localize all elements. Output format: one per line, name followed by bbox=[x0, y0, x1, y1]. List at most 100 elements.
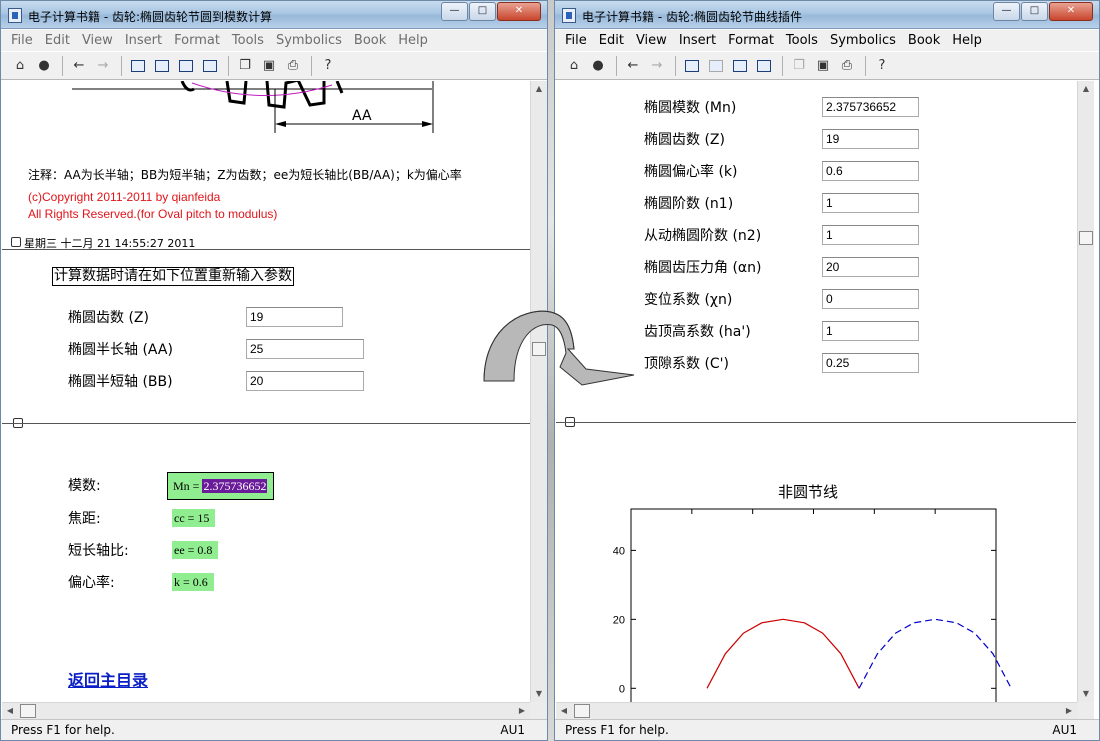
menu-format[interactable]: Format bbox=[722, 33, 780, 48]
left-statusbar: Press F1 for help. AU1 bbox=[1, 719, 547, 740]
param-z-input[interactable]: 19 bbox=[822, 129, 919, 149]
menu-book[interactable]: Book bbox=[348, 33, 392, 48]
scroll-left-icon[interactable]: ◀ bbox=[2, 703, 18, 719]
menu-view[interactable]: View bbox=[630, 33, 673, 48]
param-k-input[interactable]: 0.6 bbox=[822, 161, 919, 181]
menu-book[interactable]: Book bbox=[902, 33, 946, 48]
menu-edit[interactable]: Edit bbox=[39, 33, 76, 48]
open-book-icon[interactable] bbox=[175, 55, 197, 77]
help-icon[interactable]: ? bbox=[317, 55, 339, 77]
menu-help[interactable]: Help bbox=[946, 33, 988, 48]
teeth-input[interactable]: 19 bbox=[246, 307, 343, 327]
open-book-icon[interactable] bbox=[729, 55, 751, 77]
left-horizontal-scrollbar[interactable]: ◀ ▶ bbox=[2, 702, 530, 719]
param-c-input[interactable]: 0.25 bbox=[822, 353, 919, 373]
scroll-right-icon[interactable]: ▶ bbox=[1061, 703, 1077, 719]
left-menubar: File Edit View Insert Format Tools Symbo… bbox=[1, 30, 547, 51]
scroll-up-icon[interactable]: ▲ bbox=[1078, 81, 1094, 97]
binoculars-icon[interactable] bbox=[753, 55, 775, 77]
binoculars-icon[interactable] bbox=[199, 55, 221, 77]
param-n1-input[interactable]: 1 bbox=[822, 193, 919, 213]
globe-icon[interactable]: ● bbox=[587, 55, 609, 77]
next-page-icon[interactable] bbox=[705, 55, 727, 77]
home-icon[interactable]: ⌂ bbox=[563, 55, 585, 77]
back-arrow-icon[interactable]: ← bbox=[68, 55, 90, 77]
divider bbox=[556, 422, 1076, 423]
param-label-mn: 椭圆模数 (Mn) bbox=[644, 100, 737, 116]
scroll-left-icon[interactable]: ◀ bbox=[556, 703, 572, 719]
rights-line: All Rights Reserved.(for Oval pitch to m… bbox=[28, 207, 278, 221]
menu-symbolics[interactable]: Symbolics bbox=[824, 33, 902, 48]
menu-symbolics[interactable]: Symbolics bbox=[270, 33, 348, 48]
forward-arrow-icon[interactable]: → bbox=[92, 55, 114, 77]
param-label-z: 椭圆齿数 (Z) bbox=[644, 132, 725, 148]
help-icon[interactable]: ? bbox=[871, 55, 893, 77]
maximize-button[interactable]: □ bbox=[469, 2, 496, 21]
copy-icon[interactable]: ❐ bbox=[234, 55, 256, 77]
hscroll-thumb[interactable] bbox=[574, 704, 590, 718]
dimension-label: AA bbox=[352, 108, 372, 124]
scroll-down-icon[interactable]: ▼ bbox=[531, 686, 547, 702]
menu-edit[interactable]: Edit bbox=[593, 33, 630, 48]
save-icon[interactable]: ▣ bbox=[258, 55, 280, 77]
back-to-index-link[interactable]: 返回主目录 bbox=[68, 667, 148, 691]
size-grip[interactable] bbox=[1077, 702, 1094, 719]
globe-icon[interactable]: ● bbox=[33, 55, 55, 77]
menu-view[interactable]: View bbox=[76, 33, 119, 48]
status-indicator: AU1 bbox=[1052, 723, 1077, 737]
param-chi-input[interactable]: 0 bbox=[822, 289, 919, 309]
param-label-chi: 变位系数 (χn) bbox=[644, 292, 733, 308]
param-label-n1: 椭圆阶数 (n1) bbox=[644, 196, 734, 212]
prev-page-icon[interactable] bbox=[681, 55, 703, 77]
pitch-curve-chart[interactable]: 40 20 0 bbox=[556, 501, 1076, 702]
param-mn-input[interactable]: 2.375736652 bbox=[822, 97, 919, 117]
menu-file[interactable]: File bbox=[559, 33, 593, 48]
modulus-result[interactable]: Mn = 2.375736652 bbox=[167, 472, 275, 500]
minimize-button[interactable]: — bbox=[993, 2, 1020, 21]
scroll-down-icon[interactable]: ▼ bbox=[1078, 686, 1094, 702]
axis-ratio-result[interactable]: ee = 0.8 bbox=[172, 541, 219, 559]
menu-tools[interactable]: Tools bbox=[226, 33, 270, 48]
param-n2-input[interactable]: 1 bbox=[822, 225, 919, 245]
menu-file[interactable]: File bbox=[5, 33, 39, 48]
divider bbox=[2, 423, 530, 424]
lock-icon bbox=[11, 237, 21, 247]
right-horizontal-scrollbar[interactable]: ◀ ▶ bbox=[556, 702, 1077, 719]
size-grip[interactable] bbox=[530, 702, 547, 719]
close-button[interactable]: ✕ bbox=[497, 2, 541, 21]
menu-tools[interactable]: Tools bbox=[780, 33, 824, 48]
scroll-thumb[interactable] bbox=[1079, 231, 1093, 245]
menu-insert[interactable]: Insert bbox=[673, 33, 722, 48]
right-vertical-scrollbar[interactable]: ▲ ▼ bbox=[1077, 81, 1094, 702]
back-arrow-icon[interactable]: ← bbox=[622, 55, 644, 77]
param-alpha-input[interactable]: 20 bbox=[822, 257, 919, 277]
series-line-2 bbox=[858, 618, 1012, 689]
menu-help[interactable]: Help bbox=[392, 33, 434, 48]
scroll-right-icon[interactable]: ▶ bbox=[514, 703, 530, 719]
maximize-button[interactable]: □ bbox=[1021, 2, 1048, 21]
menu-insert[interactable]: Insert bbox=[119, 33, 168, 48]
minimize-button[interactable]: — bbox=[441, 2, 468, 21]
next-page-icon[interactable] bbox=[151, 55, 173, 77]
gear-drawing: AA bbox=[72, 81, 434, 133]
forward-arrow-icon[interactable]: → bbox=[646, 55, 668, 77]
minor-axis-input[interactable]: 20 bbox=[246, 371, 364, 391]
print-icon[interactable]: ⎙ bbox=[282, 55, 304, 77]
major-axis-input[interactable]: 25 bbox=[246, 339, 364, 359]
focal-distance-result[interactable]: cc = 15 bbox=[172, 509, 216, 527]
home-icon[interactable]: ⌂ bbox=[9, 55, 31, 77]
menu-format[interactable]: Format bbox=[168, 33, 226, 48]
copy-icon[interactable]: ❐ bbox=[788, 55, 810, 77]
save-icon[interactable]: ▣ bbox=[812, 55, 834, 77]
prev-page-icon[interactable] bbox=[127, 55, 149, 77]
print-icon[interactable]: ⎙ bbox=[836, 55, 858, 77]
right-titlebar[interactable]: 电子计算书籍 - 齿轮:椭圆齿轮节曲线插件 — □ ✕ bbox=[555, 1, 1099, 29]
eccentricity-result[interactable]: k = 0.6 bbox=[172, 573, 214, 591]
param-ha-input[interactable]: 1 bbox=[822, 321, 919, 341]
close-button[interactable]: ✕ bbox=[1049, 2, 1093, 21]
left-titlebar[interactable]: 电子计算书籍 - 齿轮:椭圆齿轮节圆到模数计算 — □ ✕ bbox=[1, 1, 547, 29]
copyright-line: (c)Copyright 2011-2011 by qianfeida bbox=[28, 190, 221, 204]
right-window-title: 电子计算书籍 - 齿轮:椭圆齿轮节曲线插件 bbox=[582, 10, 803, 24]
hscroll-thumb[interactable] bbox=[20, 704, 36, 718]
scroll-up-icon[interactable]: ▲ bbox=[531, 81, 547, 97]
